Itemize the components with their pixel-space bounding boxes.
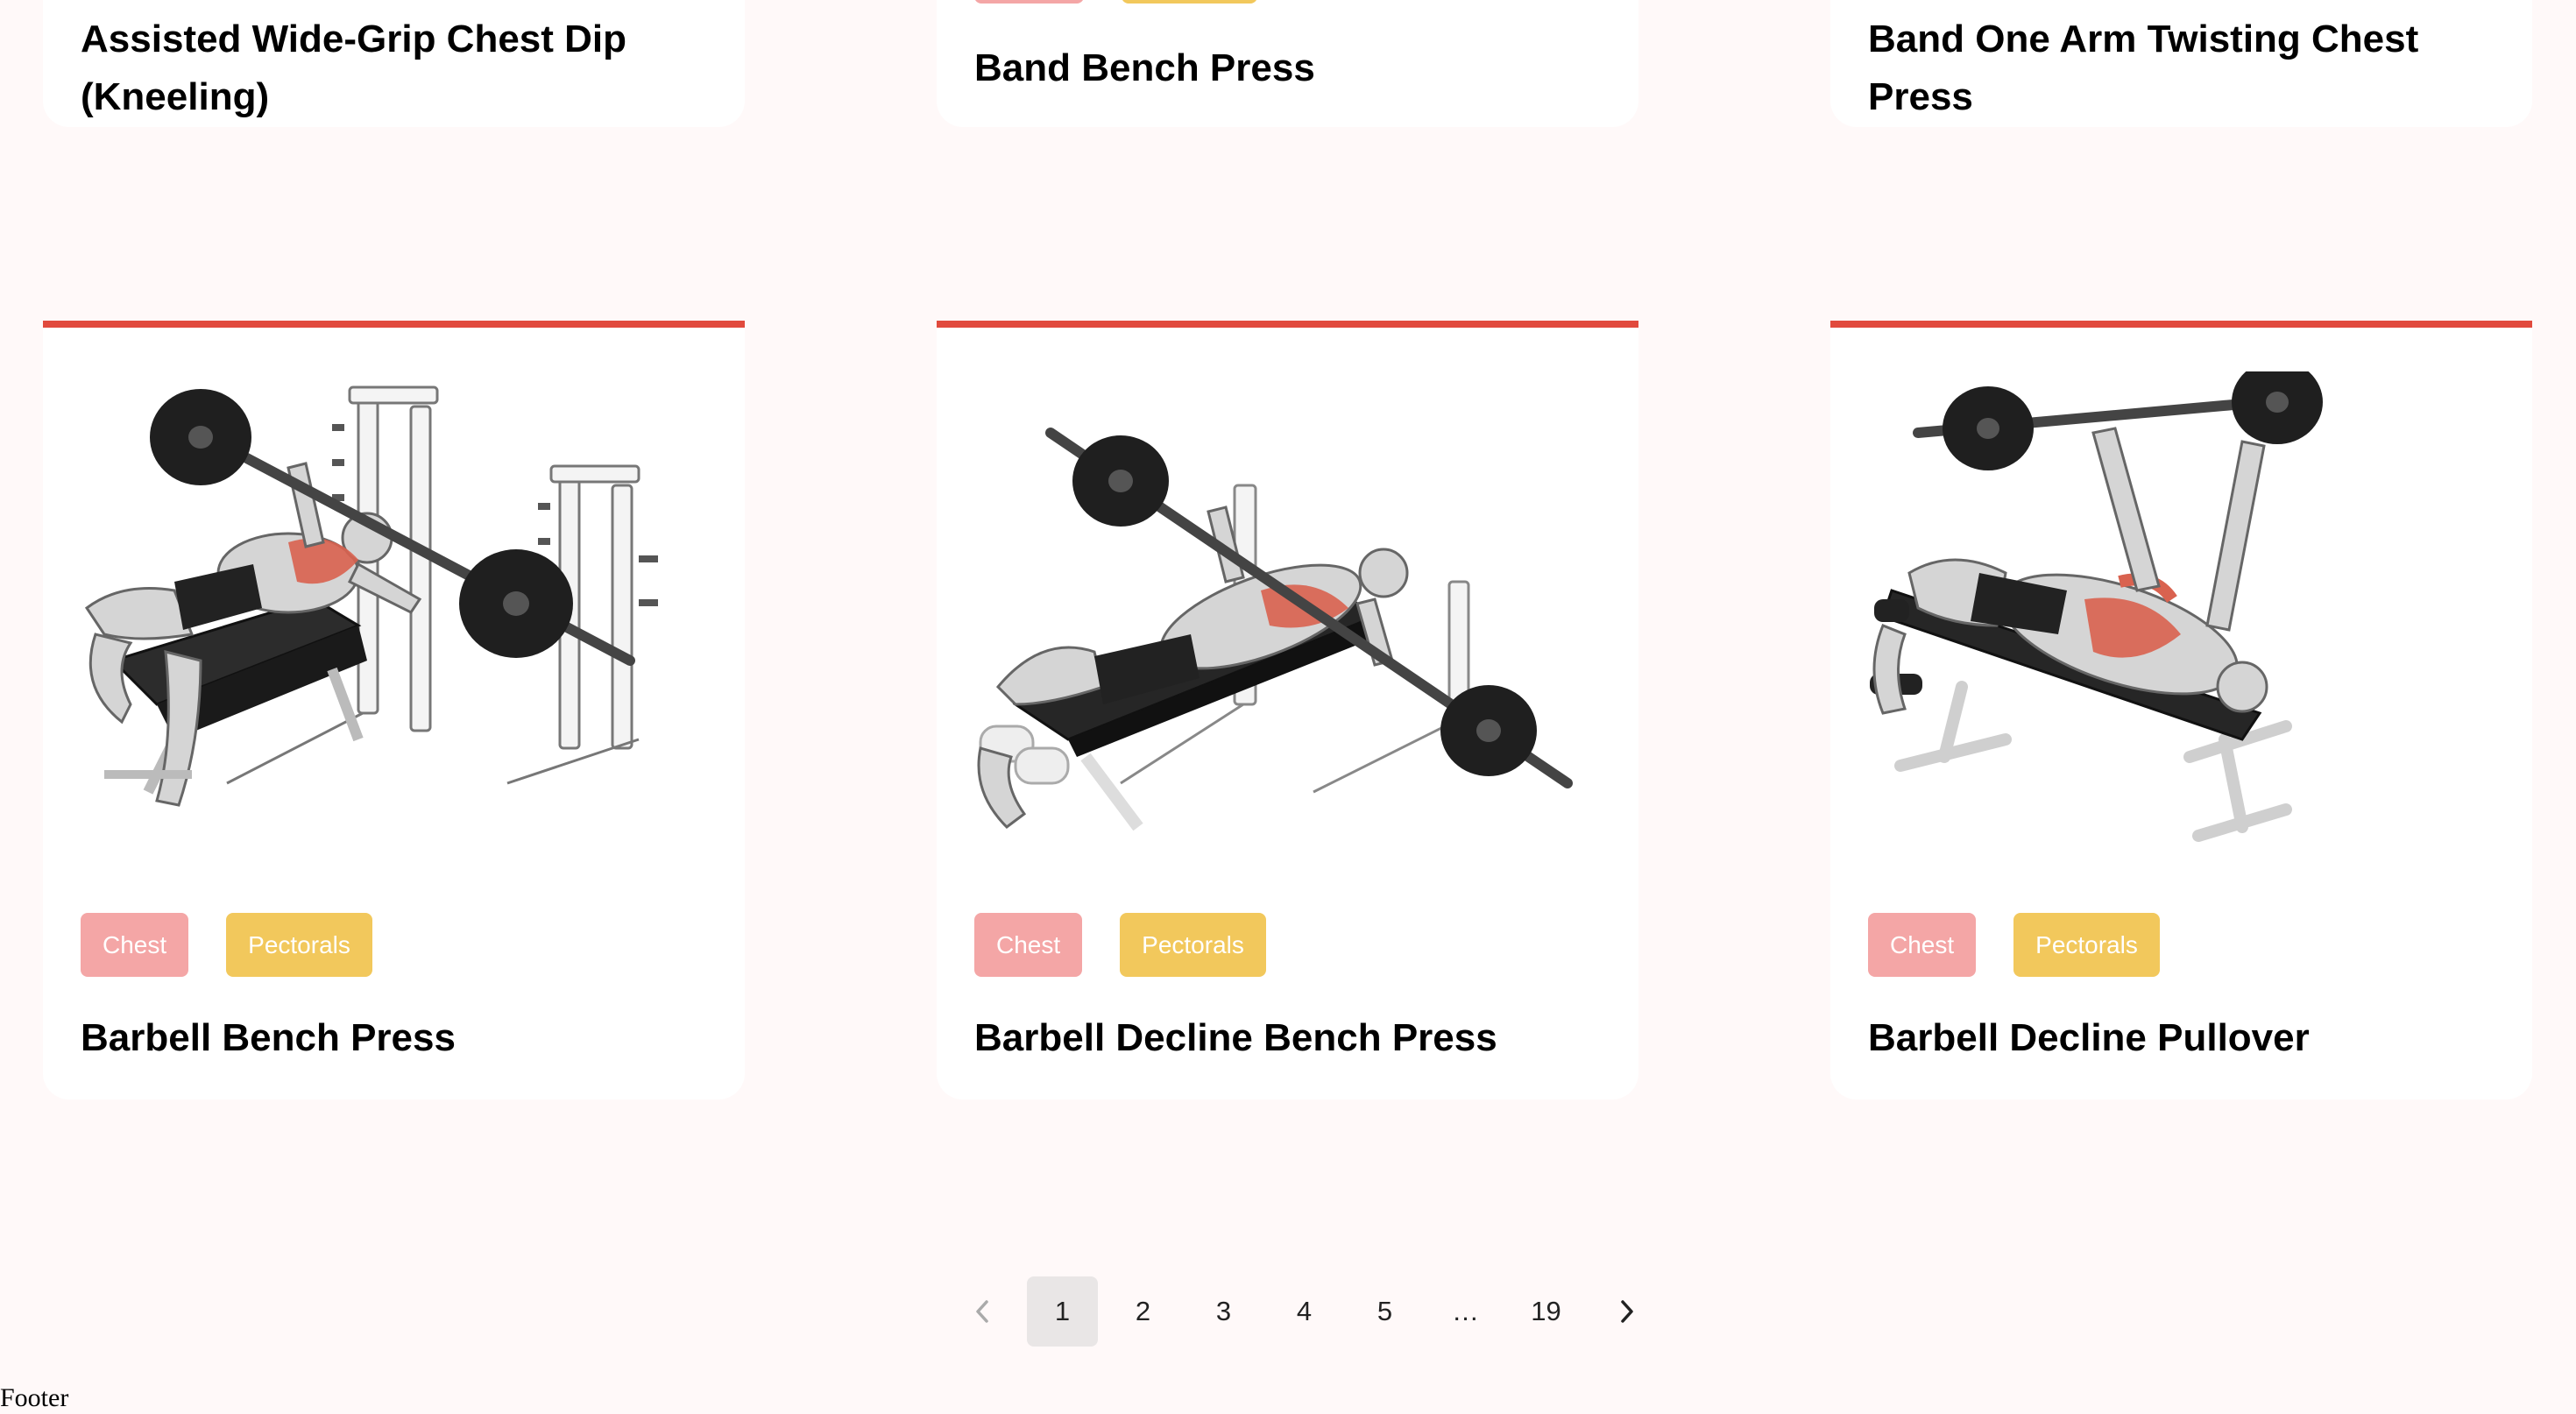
page-button-19[interactable]: 19 <box>1511 1276 1582 1347</box>
exercise-illustration[interactable] <box>1857 371 2505 862</box>
page-button-4[interactable]: 4 <box>1269 1276 1340 1347</box>
page-ellipsis: … <box>1452 1296 1479 1326</box>
page-button-5[interactable]: 5 <box>1349 1276 1420 1347</box>
exercise-grid: Assisted Wide-Grip Chest Dip (Kneeling) … <box>0 0 2576 1414</box>
exercise-illustration[interactable] <box>69 371 718 862</box>
next-page-button[interactable] <box>1591 1276 1662 1347</box>
exercise-title[interactable]: Assisted Wide-Grip Chest Dip (Kneeling) <box>81 11 710 126</box>
page-button-1[interactable]: 1 <box>1027 1276 1098 1347</box>
tag-body-part[interactable]: Chest <box>1868 913 1977 977</box>
exercise-card[interactable]: Chest Pectorals Barbell Decline Pullover <box>1830 321 2532 1099</box>
tag-target-muscle[interactable]: Pectorals <box>226 913 372 977</box>
tag-list: Chest Pectorals <box>81 913 372 977</box>
tag-stub[interactable] <box>974 0 1084 4</box>
page-button-3[interactable]: 3 <box>1188 1276 1259 1347</box>
chevron-left-icon <box>975 1300 988 1323</box>
chevron-right-icon <box>1620 1300 1633 1323</box>
tag-list <box>974 0 1257 4</box>
page-button-2[interactable]: 2 <box>1108 1276 1178 1347</box>
exercise-card[interactable]: Assisted Wide-Grip Chest Dip (Kneeling) <box>43 0 745 127</box>
exercise-title[interactable]: Band Bench Press <box>974 39 1603 97</box>
pagination: 1 2 3 4 5 … 19 <box>946 1276 1672 1347</box>
exercise-card[interactable]: Chest Pectorals Barbell Bench Press <box>43 321 745 1099</box>
tag-list: Chest Pectorals <box>974 913 1266 977</box>
tag-list: Chest Pectorals <box>1868 913 2160 977</box>
exercise-title[interactable]: Band One Arm Twisting Chest Press <box>1868 11 2497 126</box>
exercise-title[interactable]: Barbell Decline Pullover <box>1868 1009 2497 1067</box>
exercise-card[interactable]: Band One Arm Twisting Chest Press <box>1830 0 2532 127</box>
previous-page-button[interactable] <box>946 1276 1017 1347</box>
exercise-title[interactable]: Barbell Bench Press <box>81 1009 710 1067</box>
exercise-card[interactable]: Band Bench Press <box>937 0 1638 127</box>
footer: Footer <box>0 1383 69 1412</box>
exercise-card[interactable]: Chest Pectorals Barbell Decline Bench Pr… <box>937 321 1638 1099</box>
tag-target-muscle[interactable]: Pectorals <box>1120 913 1266 977</box>
exercise-illustration[interactable] <box>963 371 1611 862</box>
tag-stub[interactable] <box>1122 0 1257 4</box>
tag-body-part[interactable]: Chest <box>81 913 189 977</box>
tag-target-muscle[interactable]: Pectorals <box>2013 913 2160 977</box>
tag-body-part[interactable]: Chest <box>974 913 1083 977</box>
exercise-title[interactable]: Barbell Decline Bench Press <box>974 1009 1603 1067</box>
